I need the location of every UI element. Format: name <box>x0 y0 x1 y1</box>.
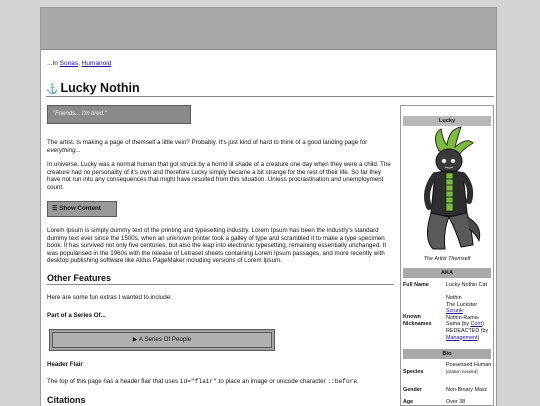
breadcrumb-separator: , <box>78 60 80 67</box>
breadcrumb-link-sonas[interactable]: Sonas <box>60 60 78 67</box>
infobox-caption: The Artist Themself <box>423 256 471 262</box>
page-title: ⚓ Lucky Nothin <box>46 80 494 97</box>
breadcrumb: ...In Sonas, Humanoid <box>47 60 111 67</box>
gender-key: Gender <box>403 387 422 393</box>
menu-icon: ☰ <box>52 205 58 212</box>
flair-code-before: ::before <box>327 378 358 385</box>
flair-text-2: to place an image or unicode character <box>218 378 326 385</box>
infobox-bio-header: Bio <box>403 349 491 359</box>
flair-code-id: id="flair" <box>179 378 217 385</box>
show-content-button[interactable]: ☰ Show Content <box>47 201 117 217</box>
page-title-text: Lucky Nothin <box>60 81 140 95</box>
quote-text: "Friends... I'm tired." <box>53 111 107 117</box>
series-toggle-label: ▶ A Series Of People <box>132 336 192 343</box>
page-container: ...In Sonas, Humanoid ⚓ Lucky Nothin "Fri… <box>40 7 497 406</box>
heading-other-features: Other Features <box>47 272 394 285</box>
nickname-4-end: ) <box>477 334 480 341</box>
nickname-link-corn[interactable]: Corn <box>471 321 483 327</box>
nicknames-key: Known Nicknames <box>403 314 432 327</box>
breadcrumb-prefix: ...In <box>47 60 58 67</box>
infobox: Lucky The Artist Themself AKA Full Name … <box>400 105 494 406</box>
flair-label: Header Flair <box>47 361 83 368</box>
nicknames-value: Nothin The Luckster Scrunk Nothin-Rama-S… <box>446 295 492 341</box>
series-toggle-button[interactable]: ▶ A Series Of People <box>52 332 272 348</box>
citation-needed-note[interactable]: [citation needed] <box>446 369 478 374</box>
infobox-row-nicknames: Known Nicknames Nothin The Luckster Scru… <box>403 295 491 345</box>
full-name-key: Full Name <box>403 282 429 288</box>
species-key: Species <box>403 369 424 375</box>
species-value: Possessed Human [citation needed] <box>446 362 492 375</box>
quote-box: "Friends... I'm tired." <box>47 105 191 124</box>
nickname-4: REDEACTED (by <box>446 327 489 334</box>
nickname-2: The Luckster <box>446 301 478 308</box>
flair-text-1: The top of this page has a header flair … <box>47 378 179 385</box>
lorem-paragraph: Lorem Ipsum is simply dummy text of the … <box>47 227 387 265</box>
flair-paragraph: The top of this page has a header flair … <box>47 378 393 386</box>
gender-value: Non-Binary Masc <box>446 387 488 393</box>
header-banner <box>41 8 496 50</box>
series-navbox: ▶ A Series Of People <box>49 329 275 351</box>
flair-text-end: . <box>357 378 359 385</box>
show-content-label: Show Content <box>59 205 101 212</box>
character-illustration <box>424 126 481 250</box>
intro-paragraph-2: In universe, Lucky was a normal human th… <box>47 161 391 191</box>
infobox-aka-header: AKA <box>403 268 491 278</box>
nickname-3-end: ) <box>482 321 485 328</box>
nickname-link-scrunk[interactable]: Scrunk <box>446 308 463 314</box>
features-intro: Here are some fun extras I wanted to inc… <box>47 294 172 301</box>
heading-citations: Citations <box>47 394 394 406</box>
species-text: Possessed Human <box>446 362 492 368</box>
anchor-icon: ⚓ <box>46 84 59 95</box>
full-name-value: Lucky Nothin Cat <box>446 282 488 288</box>
nickname-link-management[interactable]: Management <box>446 335 477 341</box>
nickname-1: Nothin <box>446 295 462 301</box>
breadcrumb-link-humanoid[interactable]: Humanoid <box>82 60 112 67</box>
series-label: Part of a Series Of... <box>47 312 106 319</box>
intro-emphasis: everything... <box>47 146 81 154</box>
intro-paragraph-1: The artist. Is making a page of themself… <box>47 139 393 154</box>
intro-text-1: The artist. Is making a page of themself… <box>47 139 368 146</box>
